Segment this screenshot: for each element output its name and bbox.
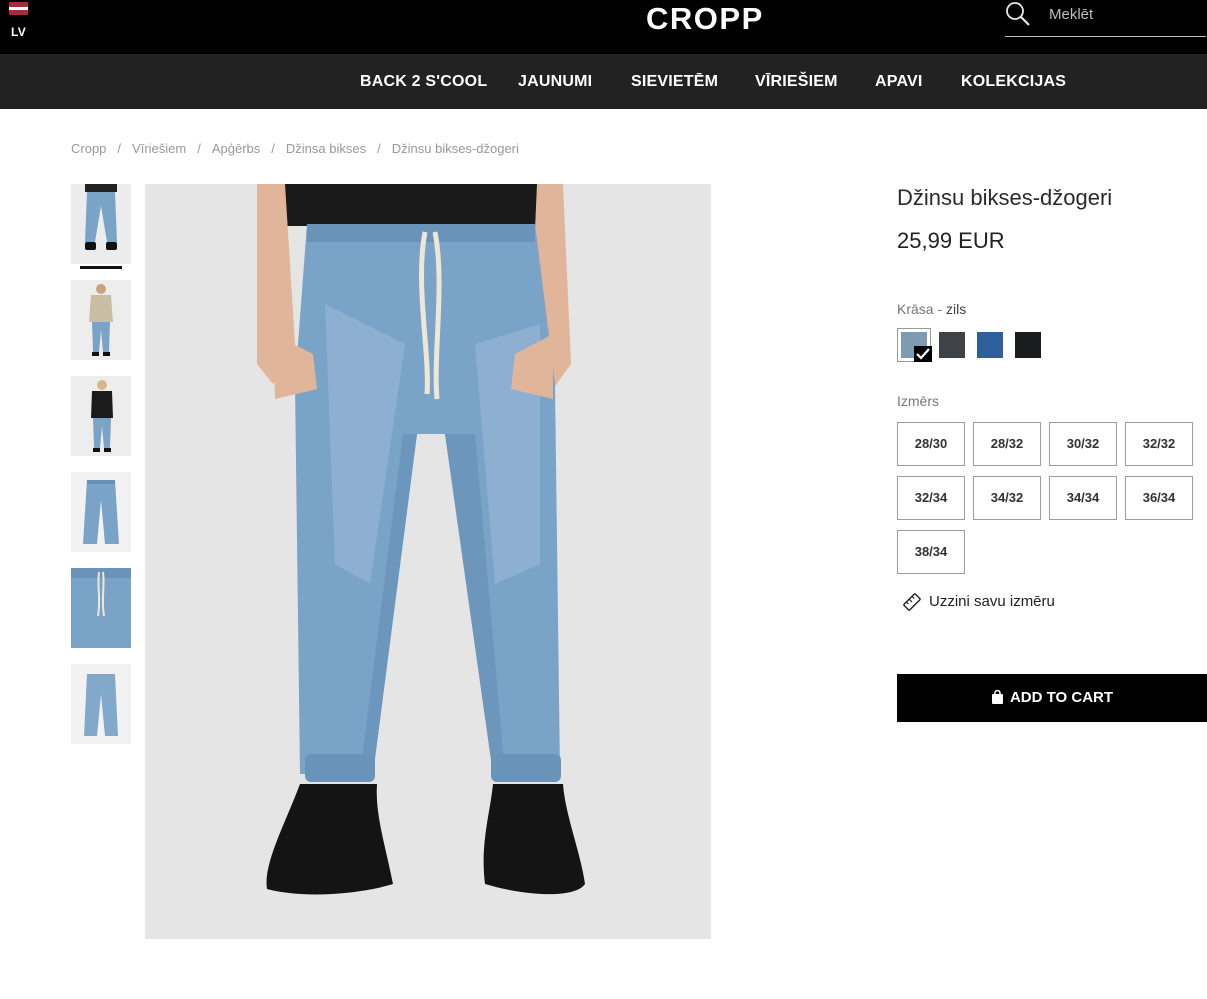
size-option-28-30[interactable]: 28/30 bbox=[897, 422, 965, 466]
breadcrumb-item-men[interactable]: Vīriešiem bbox=[132, 141, 186, 156]
main-product-image[interactable] bbox=[145, 184, 711, 939]
size-guide-label: Uzzini savu izmēru bbox=[929, 593, 1055, 610]
search-box bbox=[1005, 0, 1206, 37]
add-to-cart-label: ADD TO CART bbox=[1009, 689, 1114, 706]
latvia-flag-icon bbox=[9, 2, 28, 15]
size-option-28-32[interactable]: 28/32 bbox=[973, 422, 1041, 466]
breadcrumb-separator: / bbox=[377, 141, 381, 156]
breadcrumb-item-clothing[interactable]: Apģērbs bbox=[212, 141, 260, 156]
size-label: Izmērs bbox=[897, 393, 939, 409]
thumbnail-back-view[interactable] bbox=[71, 376, 131, 456]
breadcrumb-separator: / bbox=[271, 141, 275, 156]
main-nav: BACK 2 S'COOL JAUNUMI SIEVIETĒM VĪRIEŠIE… bbox=[0, 54, 1207, 109]
breadcrumb-item-jeans[interactable]: Džinsa bikses bbox=[286, 141, 366, 156]
breadcrumb-item-current: Džinsu bikses-džogeri bbox=[391, 141, 519, 156]
color-label-text: Krāsa bbox=[897, 301, 934, 317]
color-swatch-dark-grey[interactable] bbox=[939, 332, 965, 358]
thumbnail-model-jacket[interactable] bbox=[71, 280, 131, 360]
add-to-cart-button[interactable]: ADD TO CART bbox=[897, 674, 1207, 722]
thumbnail-active-indicator bbox=[80, 266, 122, 269]
search-icon[interactable] bbox=[1005, 1, 1031, 27]
thumbnail-detail[interactable] bbox=[71, 568, 131, 648]
product-title: Džinsu bikses-džogeri bbox=[897, 185, 1113, 210]
ruler-icon bbox=[903, 593, 921, 611]
breadcrumb: Cropp / Vīriešiem / Apģērbs / Džinsa bikses / Dž… bbox=[71, 141, 519, 156]
cropp-logo[interactable]: CROPP bbox=[646, 1, 776, 36]
color-label-separator: - bbox=[933, 301, 947, 317]
nav-item-sievietem[interactable]: SIEVIETĒM bbox=[631, 54, 718, 109]
thumbnail-front-view[interactable] bbox=[71, 184, 131, 264]
color-swatch-black[interactable] bbox=[1015, 332, 1041, 358]
nav-item-apavi[interactable]: APAVI bbox=[875, 54, 923, 109]
size-option-34-32[interactable]: 34/32 bbox=[973, 476, 1041, 520]
nav-item-jaunumi[interactable]: JAUNUMI bbox=[518, 54, 592, 109]
color-value: zils bbox=[946, 301, 967, 317]
size-option-36-34[interactable]: 36/34 bbox=[1125, 476, 1193, 520]
product-price: 25,99 EUR bbox=[897, 228, 1005, 253]
size-option-34-34[interactable]: 34/34 bbox=[1049, 476, 1117, 520]
check-icon bbox=[914, 346, 932, 362]
size-option-32-34[interactable]: 32/34 bbox=[897, 476, 965, 520]
size-option-30-32[interactable]: 30/32 bbox=[1049, 422, 1117, 466]
thumbnail-flat-back[interactable] bbox=[71, 664, 131, 744]
breadcrumb-separator: / bbox=[197, 141, 201, 156]
size-option-38-34[interactable]: 38/34 bbox=[897, 530, 965, 574]
nav-item-viriesiem[interactable]: VĪRIEŠIEM bbox=[755, 54, 838, 109]
breadcrumb-separator: / bbox=[117, 141, 122, 156]
language-selector[interactable]: LV bbox=[9, 2, 31, 39]
logo-mark: CROPP bbox=[646, 1, 764, 36]
breadcrumb-item-home[interactable]: Cropp bbox=[71, 141, 106, 156]
logo-text: CROPP bbox=[646, 2, 764, 34]
color-swatch-mid-blue[interactable] bbox=[977, 332, 1003, 358]
color-label: Krāsa - zils bbox=[897, 301, 966, 317]
thumbnail-flat-front[interactable] bbox=[71, 472, 131, 552]
nav-item-back2school[interactable]: BACK 2 S'COOL bbox=[360, 54, 487, 109]
language-code: LV bbox=[11, 25, 27, 39]
jeans-photo bbox=[145, 184, 711, 939]
nav-item-kolekcijas[interactable]: KOLEKCIJAS bbox=[961, 54, 1066, 109]
shopping-bag-icon bbox=[991, 689, 1003, 704]
search-input[interactable] bbox=[1049, 4, 1199, 24]
top-bar: LV CROPP bbox=[0, 0, 1207, 54]
size-option-32-32[interactable]: 32/32 bbox=[1125, 422, 1193, 466]
